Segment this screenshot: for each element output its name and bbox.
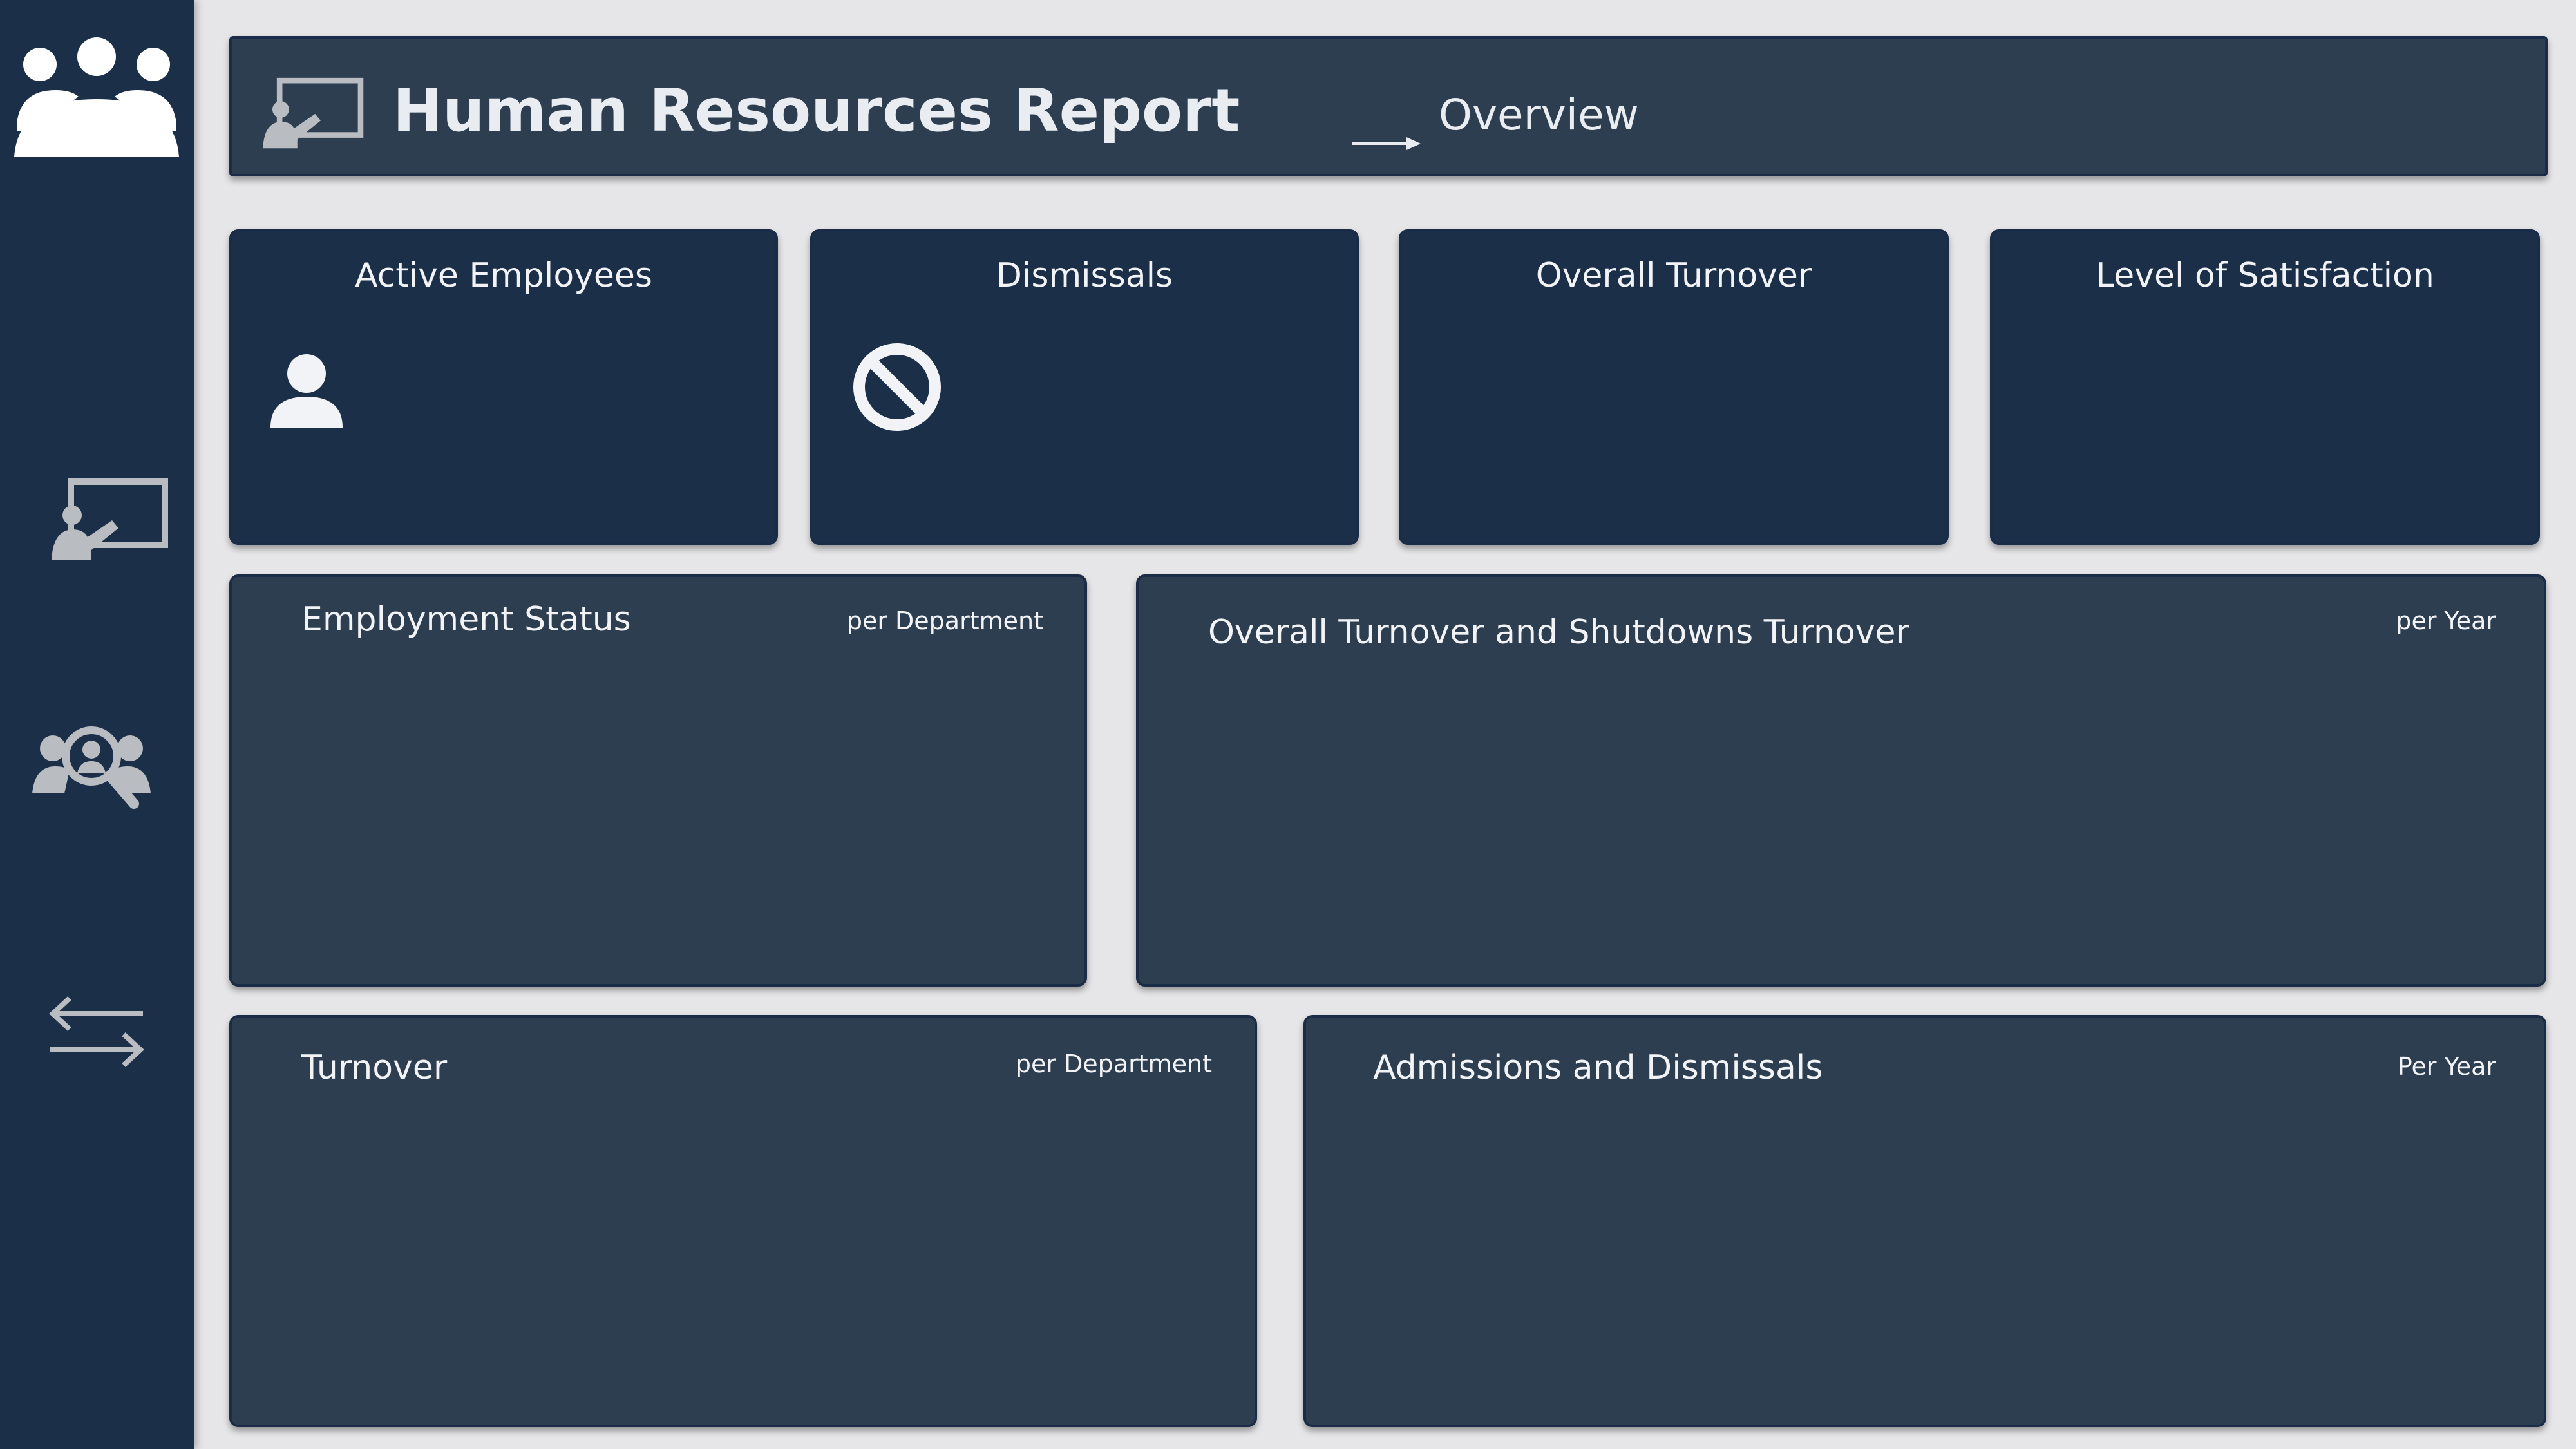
card-title: Turnover (301, 1048, 448, 1087)
kpi-overall-turnover: Overall Turnover (1399, 229, 1949, 545)
card-subtitle: per Department (1015, 1050, 1212, 1078)
person-icon (270, 354, 343, 428)
card-subtitle: per Year (2396, 607, 2496, 635)
employment-status-card: Employment Status per Department (229, 574, 1087, 987)
presentation-icon[interactable] (48, 478, 170, 562)
card-title: Overall Turnover and Shutdowns Turnover (1208, 613, 1909, 652)
kpi-title: Level of Satisfaction (2096, 256, 2434, 295)
card-title: Admissions and Dismissals (1373, 1048, 1823, 1087)
page-subtitle: Overview (1439, 90, 1639, 140)
arrow-right-icon (1352, 137, 1421, 150)
turnover-card: Turnover per Department (229, 1015, 1257, 1427)
admissions-dismissals-card: Admissions and Dismissals Per Year (1303, 1015, 2546, 1427)
kpi-active-employees: Active Employees (229, 229, 778, 545)
card-subtitle: Per Year (2397, 1052, 2496, 1081)
kpi-title: Active Employees (354, 256, 652, 295)
prohibited-icon (853, 343, 941, 431)
presentation-icon (263, 77, 364, 149)
kpi-level-of-satisfaction: Level of Satisfaction (1990, 229, 2540, 545)
switch-arrows-icon[interactable] (46, 994, 147, 1069)
kpi-dismissals: Dismissals (810, 229, 1359, 545)
kpi-title: Dismissals (996, 256, 1173, 295)
card-subtitle: per Department (846, 607, 1043, 635)
sidebar (0, 0, 194, 1449)
report-header: Human Resources Report Overview (229, 36, 2548, 176)
people-search-icon[interactable] (32, 721, 151, 809)
kpi-title: Overall Turnover (1535, 256, 1812, 295)
card-title: Employment Status (301, 600, 631, 639)
turnover-shutdowns-card: Overall Turnover and Shutdowns Turnover … (1136, 574, 2546, 987)
page-title: Human Resources Report (393, 76, 1240, 145)
team-icon (14, 37, 179, 157)
